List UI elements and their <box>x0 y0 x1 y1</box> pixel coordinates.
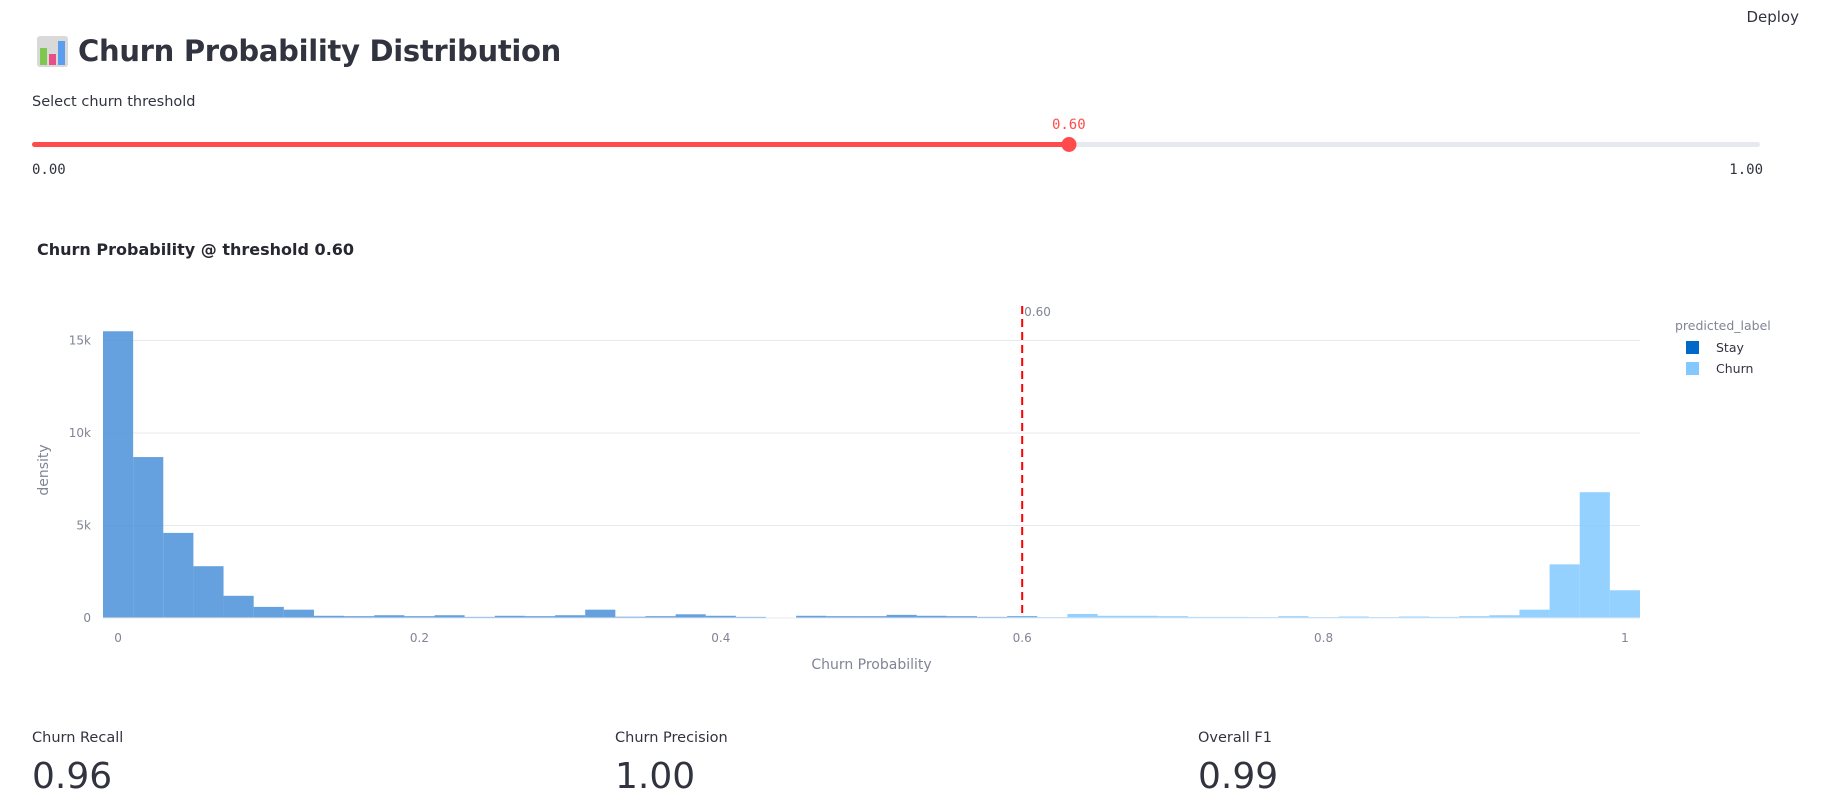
histogram-bar-stay <box>223 595 254 618</box>
legend-item-stay: Stay <box>1716 340 1744 355</box>
histogram-chart: 0 5k 10k 15k 0 0.2 0.4 0.6 0.8 1 0.60 Churn Probabi… <box>36 305 1771 673</box>
metric-recall: Churn Recall 0.96 <box>32 730 123 797</box>
legend-swatch-churn <box>1686 362 1699 375</box>
legend-title: predicted_label <box>1675 318 1771 333</box>
x-tick-label: 0.6 <box>1013 631 1032 645</box>
histogram-bar-stay <box>193 566 224 618</box>
threshold-label: 0.60 <box>1024 305 1051 319</box>
metric-value: 0.96 <box>32 756 113 797</box>
y-tick-label: 10k <box>69 426 91 440</box>
y-tick-label: 5k <box>76 519 91 533</box>
legend-swatch-stay <box>1686 341 1699 354</box>
histogram-bar-stay <box>133 457 164 618</box>
histogram-bar-churn <box>1609 590 1640 618</box>
y-tick-label: 0 <box>83 611 91 625</box>
x-tick-label: 0 <box>114 631 122 645</box>
x-tick-label: 0.2 <box>410 631 429 645</box>
metric-label: Overall F1 <box>1198 730 1272 746</box>
x-tick-label: 1 <box>1621 631 1629 645</box>
histogram-bar-churn <box>1579 492 1610 618</box>
metric-value: 0.99 <box>1198 756 1279 797</box>
y-axis-title: density <box>36 444 52 495</box>
histogram-bar-stay <box>675 614 706 618</box>
legend-item-churn: Churn <box>1716 361 1753 376</box>
metric-label: Churn Precision <box>615 730 728 746</box>
y-tick-label: 15k <box>69 334 91 348</box>
metric-label: Churn Recall <box>32 730 124 746</box>
histogram-bar-stay <box>103 331 134 618</box>
metric-value: 1.00 <box>615 756 696 797</box>
histogram-bar-stay <box>585 609 616 618</box>
x-tick-label: 0.8 <box>1314 631 1333 645</box>
histogram-bar-stay <box>163 532 194 618</box>
histogram-bar-churn <box>1549 564 1580 618</box>
histogram-bar-stay <box>253 606 284 618</box>
histogram-bar-churn <box>1519 609 1550 618</box>
histogram-bar-churn <box>1067 613 1098 618</box>
x-tick-label: 0.4 <box>711 631 730 645</box>
histogram-bar-stay <box>283 609 314 618</box>
metric-precision: Churn Precision 1.00 <box>615 730 728 797</box>
metric-f1: Overall F1 0.99 <box>1198 730 1278 797</box>
x-axis-title: Churn Probability <box>811 657 931 673</box>
